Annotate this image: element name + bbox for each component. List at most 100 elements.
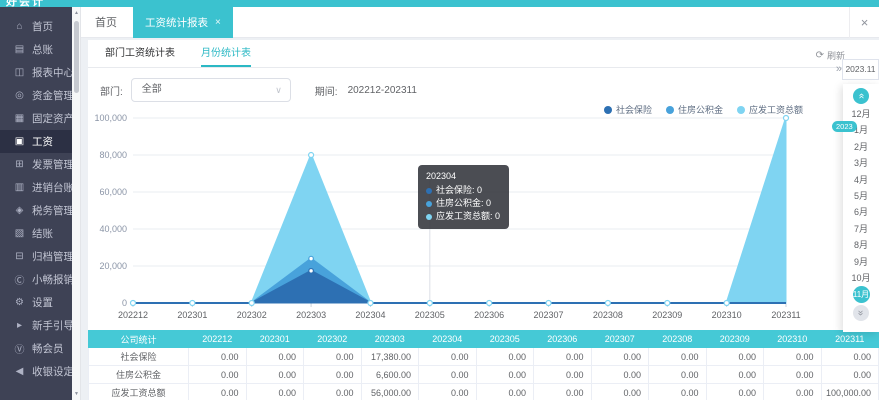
table-month-header: 202305 bbox=[476, 331, 534, 348]
month-item-8月[interactable]: 8月 bbox=[843, 237, 879, 253]
sidebar-item-label: 进销台账 bbox=[32, 180, 72, 195]
year-badge: 2023 bbox=[832, 121, 857, 132]
date-panel: « 12月1月2月3月4月5月6月7月8月9月10月11月 « 2023 bbox=[843, 84, 879, 332]
table-cell: 0.00 bbox=[476, 384, 534, 400]
month-item-11月[interactable]: 11月 bbox=[853, 286, 870, 303]
table-cell: 0.00 bbox=[649, 384, 707, 400]
subtabs: 部门工资统计表 月份统计表 bbox=[88, 40, 879, 68]
sidebar-item-reimburse[interactable]: Ⓒ 小畅报销 bbox=[0, 268, 72, 291]
scroll-down-icon[interactable]: ▼ bbox=[72, 391, 81, 397]
scroll-up-icon[interactable]: ▲ bbox=[72, 10, 81, 16]
month-list: 12月1月2月3月4月5月6月7月8月9月10月11月 bbox=[843, 106, 879, 303]
subtab-monthly[interactable]: 月份统计表 bbox=[201, 40, 251, 67]
table-cell: 0.00 bbox=[419, 348, 477, 366]
double-chevron-up-icon: « bbox=[856, 93, 866, 99]
month-item-5月[interactable]: 5月 bbox=[843, 188, 879, 204]
panel-close-icon[interactable]: × bbox=[849, 7, 879, 38]
sidebar-item-funds[interactable]: ◎资金管理 bbox=[0, 84, 72, 107]
sidebar-item-settings[interactable]: ⚙设置 bbox=[0, 291, 72, 314]
svg-text:202302: 202302 bbox=[237, 310, 267, 320]
svg-text:202309: 202309 bbox=[652, 310, 682, 320]
sidebar-scrollbar[interactable]: ▲ ▼ bbox=[72, 7, 81, 400]
table-cell: 0.00 bbox=[419, 366, 477, 384]
sidebar-item-tax[interactable]: ◈税务管理 bbox=[0, 199, 72, 222]
sidebar-item-assets[interactable]: ▦固定资产 bbox=[0, 107, 72, 130]
month-item-10月[interactable]: 10月 bbox=[843, 270, 879, 286]
member-icon: Ⓥ bbox=[12, 341, 27, 356]
subtab-dept-salary[interactable]: 部门工资统计表 bbox=[105, 40, 175, 67]
sidebar-item-label: 工资 bbox=[32, 134, 53, 149]
table-cell: 0.00 bbox=[189, 384, 247, 400]
sidebar-item-invoice[interactable]: ⊞发票管理 bbox=[0, 153, 72, 176]
sidebar-item-home[interactable]: ⌂首页 bbox=[0, 15, 72, 38]
sidebar-item-salary[interactable]: ▣ 工资 bbox=[0, 130, 72, 153]
table-cell: 0.00 bbox=[534, 348, 592, 366]
salary-icon: ▣ bbox=[12, 136, 27, 147]
month-item-3月[interactable]: 3月 bbox=[843, 155, 879, 171]
table-month-header: 202311 bbox=[821, 331, 879, 348]
app-logo: 好会计 bbox=[6, 0, 45, 7]
sidebar-item-announce[interactable]: ◀收银设定 bbox=[0, 360, 72, 383]
sidebar-item-report[interactable]: ◫报表中心 bbox=[0, 61, 72, 84]
sidebar-item-guide[interactable]: ▸新手引导 bbox=[0, 314, 72, 337]
report-icon: ◫ bbox=[12, 67, 27, 78]
topbar: 好会计 bbox=[0, 0, 879, 7]
table-cell: 0.00 bbox=[821, 348, 879, 366]
sidebar-item-label: 资金管理 bbox=[32, 88, 72, 103]
table-cell: 0.00 bbox=[649, 366, 707, 384]
table-row: 社会保险0.000.000.0017,380.000.000.000.000.0… bbox=[89, 348, 879, 366]
sidebar-item-member[interactable]: Ⓥ 畅会员 bbox=[0, 337, 72, 360]
table-cell: 0.00 bbox=[649, 348, 707, 366]
table-cell: 6,600.00 bbox=[361, 366, 419, 384]
sidebar-item-inout[interactable]: ▥ 进销台账 bbox=[0, 176, 72, 199]
tab-close-icon[interactable]: × bbox=[215, 17, 221, 28]
table-cell: 0.00 bbox=[246, 366, 304, 384]
svg-text:202307: 202307 bbox=[534, 310, 564, 320]
month-item-6月[interactable]: 6月 bbox=[843, 204, 879, 220]
refresh-button[interactable]: ⟳ 刷新 bbox=[816, 49, 845, 62]
table-month-header: 202212 bbox=[189, 331, 247, 348]
assets-icon: ▦ bbox=[12, 113, 27, 124]
table-row: 住房公积金0.000.000.006,600.000.000.000.000.0… bbox=[89, 366, 879, 384]
month-item-2月[interactable]: 2月 bbox=[843, 139, 879, 155]
period-value: 202212-202311 bbox=[348, 85, 417, 96]
salary-chart[interactable]: 020,00040,00060,00080,000100,00020221220… bbox=[88, 95, 879, 335]
month-item-9月[interactable]: 9月 bbox=[843, 254, 879, 270]
svg-text:40,000: 40,000 bbox=[99, 224, 127, 234]
svg-text:202310: 202310 bbox=[712, 310, 742, 320]
sidebar-item-label: 发票管理 bbox=[32, 157, 72, 172]
month-item-7月[interactable]: 7月 bbox=[843, 221, 879, 237]
sidebar-item-label: 归档管理 bbox=[32, 249, 72, 264]
svg-text:202311: 202311 bbox=[771, 310, 800, 320]
tax-icon: ◈ bbox=[12, 205, 27, 216]
tab-home[interactable]: 首页 bbox=[95, 14, 117, 30]
sidebar-item-closing[interactable]: ▧结账 bbox=[0, 222, 72, 245]
current-period[interactable]: 2023.11 bbox=[842, 59, 879, 80]
months-scroll-up-button[interactable]: « bbox=[853, 88, 869, 104]
announce-icon: ◀ bbox=[12, 366, 27, 377]
month-item-12月[interactable]: 12月 bbox=[843, 106, 879, 122]
inout-icon: ▥ bbox=[12, 182, 27, 193]
reimburse-icon: Ⓒ bbox=[12, 272, 27, 287]
double-chevron-down-icon: « bbox=[856, 311, 866, 317]
table-month-header: 202306 bbox=[534, 331, 592, 348]
month-item-4月[interactable]: 4月 bbox=[843, 172, 879, 188]
table-cell: 0.00 bbox=[591, 348, 649, 366]
table-cell: 0.00 bbox=[821, 366, 879, 384]
table-month-header: 202308 bbox=[649, 331, 707, 348]
table-month-header: 202303 bbox=[361, 331, 419, 348]
table-cell: 0.00 bbox=[476, 348, 534, 366]
tab-salary-report[interactable]: 工资统计报表 × bbox=[133, 7, 233, 38]
months-scroll-down-button[interactable]: « bbox=[853, 305, 869, 321]
sidebar-item-label: 畅会员 bbox=[32, 341, 64, 356]
sidebar-item-archive[interactable]: ⊟归档管理 bbox=[0, 245, 72, 268]
sidebar-item-label: 小畅报销 bbox=[32, 272, 72, 287]
table-month-header: 202302 bbox=[304, 331, 362, 348]
table-cell: 100,000.00 bbox=[821, 384, 879, 400]
sidebar-item-label: 总账 bbox=[32, 42, 53, 57]
scroll-thumb[interactable] bbox=[74, 21, 79, 93]
table-cell: 0.00 bbox=[304, 366, 362, 384]
sidebar-item-ledger[interactable]: ▤总账 bbox=[0, 38, 72, 61]
svg-text:100,000: 100,000 bbox=[94, 113, 127, 123]
table-header-row: 公司统计202212202301202302202303202304202305… bbox=[89, 331, 879, 348]
